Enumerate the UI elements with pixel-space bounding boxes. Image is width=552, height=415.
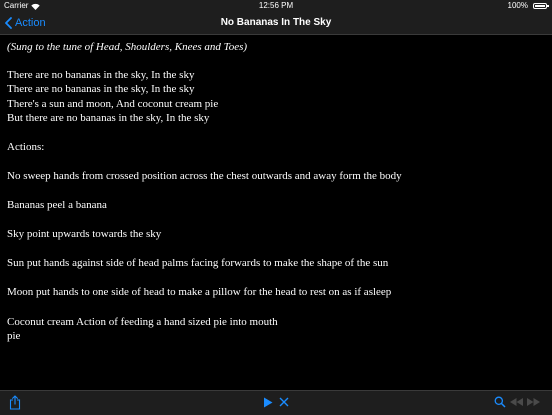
verse-line: There are no bananas in the sky, In the … bbox=[7, 68, 195, 81]
song-verse: There are no bananas in the sky, In the … bbox=[7, 68, 547, 126]
action-item: Sun put hands against side of head palms… bbox=[7, 257, 389, 270]
status-bar: Carrier 12:56 PM 100% bbox=[0, 0, 552, 12]
page-title: No Bananas In The Sky bbox=[220, 17, 332, 28]
search-icon[interactable] bbox=[494, 396, 506, 408]
action-line: Coconut cream Action of feeding a hand s… bbox=[7, 315, 278, 328]
play-icon[interactable] bbox=[263, 397, 273, 408]
rewind-icon[interactable] bbox=[510, 398, 523, 406]
verse-line: But there are no bananas in the sky, In … bbox=[7, 112, 210, 125]
battery-percentage: 100% bbox=[507, 1, 528, 10]
navigation-bar: Action No Bananas In The Sky bbox=[0, 12, 552, 35]
action-line: pie bbox=[7, 330, 21, 343]
clock: 12:56 PM bbox=[258, 1, 294, 10]
song-content: (Sung to the tune of Head, Shoulders, Kn… bbox=[7, 40, 547, 385]
battery-icon bbox=[533, 3, 549, 9]
close-icon[interactable] bbox=[279, 397, 289, 407]
verse-line: There are no bananas in the sky, In the … bbox=[7, 83, 195, 96]
verse-line: There's a sun and moon, And coconut crea… bbox=[7, 97, 219, 110]
actions-heading: Actions: bbox=[7, 140, 45, 153]
song-subtitle: (Sung to the tune of Head, Shoulders, Kn… bbox=[7, 41, 248, 53]
bottom-toolbar bbox=[0, 390, 552, 415]
share-icon[interactable] bbox=[9, 395, 21, 410]
action-item: Coconut cream Action of feeding a hand s… bbox=[7, 315, 547, 344]
action-item: Sky point upwards towards the sky bbox=[7, 228, 162, 241]
action-item: No sweep hands from crossed position acr… bbox=[7, 170, 402, 183]
fast-forward-icon[interactable] bbox=[527, 398, 540, 406]
action-item: Moon put hands to one side of head to ma… bbox=[7, 286, 392, 299]
action-item: Bananas peel a banana bbox=[7, 199, 107, 212]
